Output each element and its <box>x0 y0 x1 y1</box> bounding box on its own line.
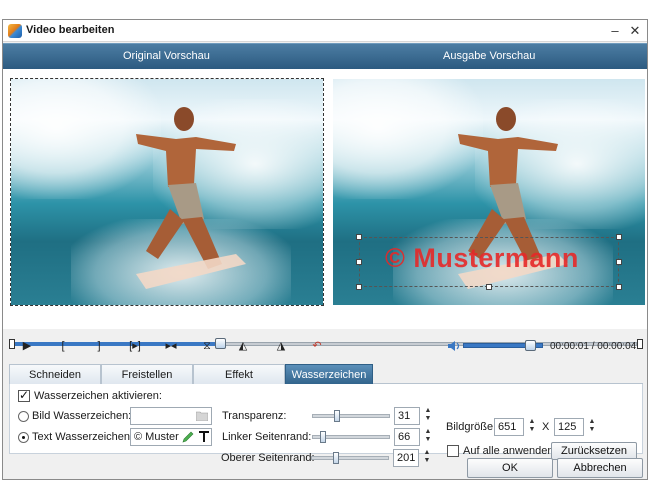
close-button[interactable]: ✕ <box>627 23 643 39</box>
mark-out-button[interactable]: ] <box>89 337 109 355</box>
tab-schneiden[interactable]: Schneiden <box>9 364 101 384</box>
jump-out-button[interactable]: ▸◂ <box>161 337 181 355</box>
enable-watermark-checkbox[interactable] <box>18 388 30 402</box>
apply-all-checkbox[interactable] <box>447 445 459 457</box>
watermark-text-value: © Muster <box>134 431 179 443</box>
top-margin-input[interactable]: 201 <box>393 449 419 467</box>
transparency-label: Transparenz: <box>222 410 287 422</box>
resize-handle[interactable] <box>356 284 362 290</box>
resize-handle[interactable] <box>616 259 622 265</box>
enable-watermark-label: Wasserzeichen aktivieren: <box>34 390 162 402</box>
top-margin-label: Oberer Seitenrand: <box>221 452 315 464</box>
top-margin-thumb[interactable] <box>333 452 339 464</box>
app-logo-icon <box>8 24 22 38</box>
surfer-image <box>136 107 246 289</box>
minimize-button[interactable]: – <box>607 23 623 39</box>
size-width-stepper[interactable]: ▲ ▼ <box>526 418 538 436</box>
left-margin-stepper[interactable]: ▲ ▼ <box>422 428 434 446</box>
transparency-stepper[interactable]: ▲ ▼ <box>422 407 434 425</box>
playback-controls: ▶ [ ] [▸] ▸◂ ⧖ ◭ ◮ ↶ 00:00:01 / 00:00:04 <box>3 330 647 362</box>
top-margin-stepper[interactable]: ▲ ▼ <box>421 449 433 467</box>
size-width-input[interactable]: 651 <box>494 418 524 436</box>
window-title: Video bearbeiten <box>26 24 115 36</box>
preview-stage: © Mustermann <box>3 69 647 349</box>
time-display: 00:00:01 / 00:00:04 <box>550 341 637 352</box>
text-watermark-radio[interactable] <box>18 432 29 443</box>
size-height-stepper[interactable]: ▲ ▼ <box>586 418 598 436</box>
resize-handle[interactable] <box>486 284 492 290</box>
original-preview-label: Original Vorschau <box>123 50 210 62</box>
top-margin-slider[interactable] <box>311 456 389 460</box>
jump-in-button[interactable]: [▸] <box>125 337 145 355</box>
edit-tabs: Schneiden Freistellen Effekt Wasserzeich… <box>9 364 643 384</box>
apply-all-label: Auf alle anwenden <box>463 445 554 457</box>
tab-effekt[interactable]: Effekt <box>193 364 285 384</box>
tab-wasserzeichen[interactable]: Wasserzeichen <box>285 364 373 384</box>
transparency-thumb[interactable] <box>334 410 340 422</box>
image-watermark-label: Bild Wasserzeichen: <box>32 410 132 422</box>
transparency-input[interactable]: 31 <box>394 407 420 425</box>
output-preview-label: Ausgabe Vorschau <box>443 50 536 62</box>
speaker-icon[interactable] <box>447 339 461 353</box>
undo-button[interactable]: ↶ <box>307 337 327 355</box>
left-margin-thumb[interactable] <box>320 431 326 443</box>
text-format-icon[interactable] <box>198 430 210 443</box>
text-watermark-label: Text Wasserzeichen: <box>32 431 134 443</box>
left-margin-input[interactable]: 66 <box>394 428 420 446</box>
watermark-panel: Wasserzeichen aktivieren: Bild Wasserzei… <box>9 384 643 454</box>
pencil-icon[interactable] <box>182 431 194 443</box>
resize-handle[interactable] <box>616 234 622 240</box>
play-button[interactable]: ▶ <box>17 337 37 355</box>
mark-in-button[interactable]: [ <box>53 337 73 355</box>
resize-handle[interactable] <box>356 259 362 265</box>
title-bar: Video bearbeiten – ✕ <box>3 20 647 42</box>
size-separator: X <box>542 421 550 433</box>
video-edit-dialog: Video bearbeiten – ✕ Original Vorschau A… <box>2 19 648 480</box>
transparency-slider[interactable] <box>312 414 390 418</box>
flip-button[interactable]: ◮ <box>271 337 291 355</box>
resize-handle[interactable] <box>356 234 362 240</box>
folder-icon[interactable] <box>196 411 208 421</box>
output-preview-frame[interactable]: © Mustermann <box>333 79 645 305</box>
rotate-left-button[interactable]: ◭ <box>233 337 253 355</box>
image-watermark-radio[interactable] <box>18 411 29 422</box>
original-preview-frame[interactable] <box>10 78 324 306</box>
ok-button[interactable]: OK <box>467 458 553 478</box>
volume-thumb[interactable] <box>525 340 536 351</box>
cancel-button[interactable]: Abbrechen <box>557 458 643 478</box>
size-label: Bildgröße: <box>446 421 497 433</box>
size-height-input[interactable]: 125 <box>554 418 584 436</box>
preview-header: Original Vorschau Ausgabe Vorschau <box>3 43 647 69</box>
hourglass-button[interactable]: ⧖ <box>197 337 217 355</box>
left-margin-label: Linker Seitenrand: <box>222 431 312 443</box>
watermark-text-overlay: © Mustermann <box>385 243 579 273</box>
resize-handle[interactable] <box>616 284 622 290</box>
tab-freistellen[interactable]: Freistellen <box>101 364 193 384</box>
